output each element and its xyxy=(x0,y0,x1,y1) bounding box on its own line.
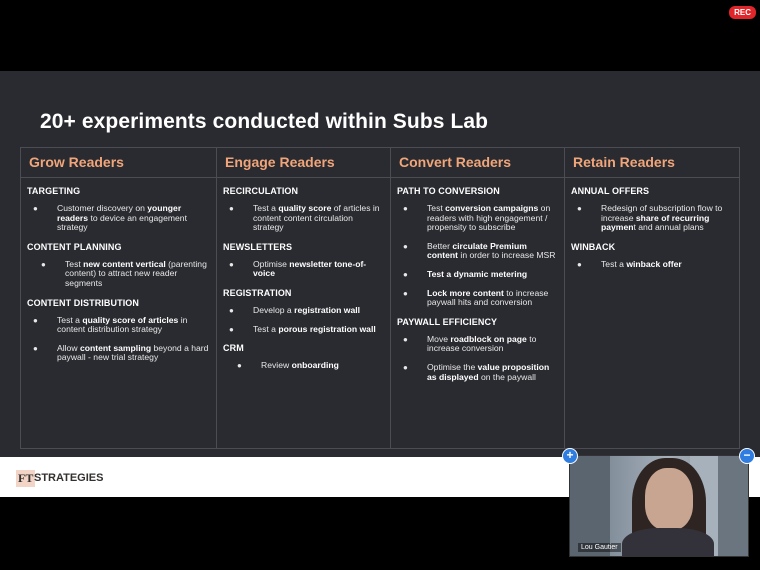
bullet-icon: ● xyxy=(33,315,38,325)
bullet-item: ● Test a dynamic metering xyxy=(397,268,558,280)
bold-text: new content vertical xyxy=(83,258,166,269)
column-heading: Retain Readers xyxy=(565,148,739,178)
item-text: t and annual plans xyxy=(633,222,704,233)
bullet-icon: ● xyxy=(229,259,234,269)
column-engage-readers: Engage Readers RECIRCULATION ● Test a quali… xyxy=(216,148,390,448)
section-label: ANNUAL OFFERS xyxy=(571,186,650,196)
bullet-item: ● Test conversion campaigns on readers wi… xyxy=(397,203,558,233)
participant-video[interactable]: Lou Gautier xyxy=(569,455,749,557)
bullet-icon: ● xyxy=(33,343,38,353)
bullet-icon: ● xyxy=(41,259,46,269)
bullet-item: ● Develop a registration wall xyxy=(223,304,384,316)
section-label: CONTENT PLANNING xyxy=(27,241,122,252)
bullet-icon: ● xyxy=(403,269,408,279)
slide-title: 20+ experiments conducted within Subs La… xyxy=(40,110,489,133)
item-text: Move xyxy=(427,333,451,344)
section-label: TARGETING xyxy=(27,186,81,196)
bullet-icon: ● xyxy=(403,204,408,213)
item-text: Customer discovery on xyxy=(57,203,148,213)
bullet-item: ● Customer discovery on younger readers t… xyxy=(27,203,210,233)
bullet-icon: ● xyxy=(577,259,582,269)
bullet-icon: ● xyxy=(403,241,408,251)
item-text: Test a xyxy=(253,203,279,213)
bullet-item: ● Test a porous registration wall xyxy=(223,323,384,335)
bullet-item: ● Test a quality score of articles in con… xyxy=(27,314,210,335)
bold-text: quality score xyxy=(278,203,332,213)
bullet-icon: ● xyxy=(229,305,234,315)
bold-text: Lock more content xyxy=(427,287,504,298)
bullet-icon: ● xyxy=(229,324,234,334)
section-label: PAYWALL EFFICIENCY xyxy=(397,316,498,327)
bold-text: onboarding xyxy=(291,360,339,371)
item-text: Develop a xyxy=(253,304,295,315)
bullet-item: ● Review onboarding xyxy=(223,360,384,371)
bold-text: quality score of articles xyxy=(82,314,179,325)
section-label: RECIRCULATION xyxy=(223,186,299,196)
section-label: NEWSLETTERS xyxy=(223,241,293,252)
item-text: Allow xyxy=(57,342,80,353)
bullet-item: ● Lock more content to increase paywall h… xyxy=(397,287,558,308)
bullet-item: ● Test new content vertical (parenting co… xyxy=(27,258,210,289)
experiments-grid: Grow Readers TARGETING ● Customer discovery… xyxy=(20,147,740,449)
bullet-icon: ● xyxy=(403,362,408,372)
column-heading: Convert Readers xyxy=(391,148,564,178)
presentation-slide: 20+ experiments conducted within Subs La… xyxy=(0,71,760,457)
minimize-icon[interactable]: − xyxy=(739,448,755,464)
bullet-item: ● Test a winback offer xyxy=(571,258,733,270)
bullet-item: ● Move roadblock on page to increase conv… xyxy=(397,333,558,354)
item-text: Review xyxy=(261,360,292,371)
item-text: Optimise xyxy=(253,258,290,269)
bullet-item: ● Optimise the value proposition as displ… xyxy=(397,361,558,382)
column-retain-readers: Retain Readers ANNUAL OFFERS ● Redesign of … xyxy=(564,148,740,448)
bullet-icon: ● xyxy=(229,204,234,213)
item-text: Optimise the xyxy=(427,361,478,372)
bold-text: conversion campaigns xyxy=(445,203,539,213)
participant-name: Lou Gautier xyxy=(578,543,621,552)
rec-badge: REC xyxy=(729,6,756,19)
item-text: in order to increase MSR xyxy=(458,250,556,261)
add-icon[interactable]: + xyxy=(562,448,578,464)
bullet-icon: ● xyxy=(237,361,242,371)
participant-face xyxy=(645,468,693,530)
bullet-item: ● Allow content sampling beyond a hard pa… xyxy=(27,342,210,363)
item-text: Test xyxy=(427,203,446,213)
bullet-icon: ● xyxy=(577,204,582,213)
brand-name: STRATEGIES xyxy=(34,472,104,484)
bullet-item: ● Test a quality score of articles in con… xyxy=(223,203,384,233)
ft-logo: FT xyxy=(16,470,36,487)
bullet-icon: ● xyxy=(403,288,408,298)
item-text: Test a xyxy=(253,323,279,334)
bullet-item: ● Redesign of subscription flow to increa… xyxy=(571,203,733,233)
item-text: on the paywall xyxy=(478,371,536,382)
bold-text: winback offer xyxy=(626,258,682,269)
bullet-icon: ● xyxy=(403,334,408,344)
section-label: WINBACK xyxy=(571,241,616,252)
column-convert-readers: Convert Readers PATH TO CONVERSION ● Test c… xyxy=(390,148,564,448)
bold-text: roadblock on page xyxy=(450,333,527,344)
bullet-item: ● Optimise newsletter tone-of-voice xyxy=(223,258,384,279)
section-label: CONTENT DISTRIBUTION xyxy=(27,297,139,308)
bold-text: Test a dynamic metering xyxy=(427,268,528,279)
column-grow-readers: Grow Readers TARGETING ● Customer discovery… xyxy=(20,148,216,448)
section-label: REGISTRATION xyxy=(223,287,292,298)
item-text: Better xyxy=(427,240,453,251)
bold-text: registration wall xyxy=(294,304,360,315)
column-heading: Engage Readers xyxy=(217,148,390,178)
section-label: PATH TO CONVERSION xyxy=(397,186,500,196)
bold-text: porous registration wall xyxy=(278,323,376,334)
bullet-icon: ● xyxy=(33,204,38,213)
item-text: Test xyxy=(65,258,84,269)
item-text: Test a xyxy=(57,314,83,325)
bold-text: content sampling xyxy=(79,342,152,353)
bullet-item: ● Better circulate Premium content in ord… xyxy=(397,240,558,261)
column-heading: Grow Readers xyxy=(21,148,216,178)
section-label: CRM xyxy=(223,343,244,354)
item-text: Test a xyxy=(601,258,627,269)
participant-shirt xyxy=(622,528,714,556)
